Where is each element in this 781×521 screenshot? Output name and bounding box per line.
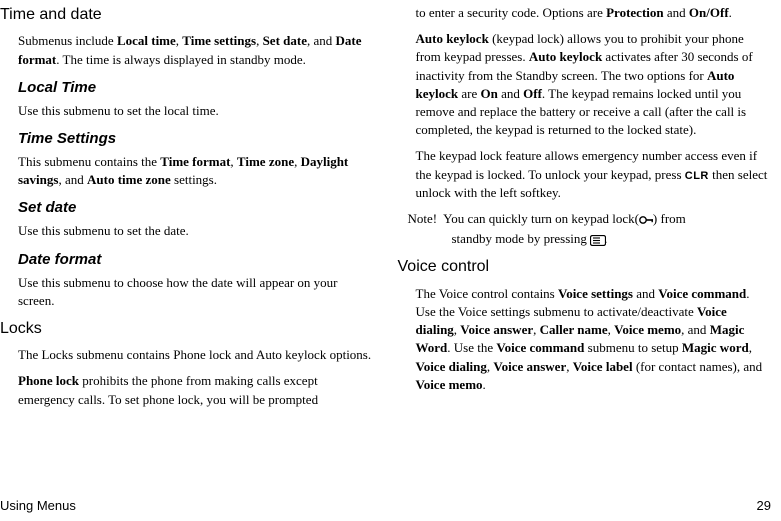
page-body: Time and date Submenus include Local tim…: [0, 0, 781, 417]
bold-time-settings: Time settings: [182, 33, 256, 48]
text: ) from: [653, 211, 686, 226]
bold-auto-keylock: Auto keylock: [416, 31, 489, 46]
bold-voice-answer: Voice answer: [460, 322, 533, 337]
text: and: [664, 5, 689, 20]
time-settings-body: This submenu contains the Time format, T…: [18, 153, 374, 189]
keypad-lock-emergency-p: The keypad lock feature allows emergency…: [416, 147, 772, 202]
security-code-p: to enter a security code. Options are Pr…: [416, 4, 772, 22]
auto-keylock-p: Auto keylock (keypad lock) allows you to…: [416, 30, 772, 139]
text: The Voice control contains: [416, 286, 559, 301]
voice-control-body: The Voice control contains Voice setting…: [416, 285, 772, 394]
bold-voice-command: Voice command: [658, 286, 746, 301]
footer-section-title: Using Menus: [0, 497, 76, 515]
bold-local-time: Local time: [117, 33, 176, 48]
bold-auto-keylock: Auto keylock: [529, 49, 602, 64]
bold-voice-command: Voice command: [496, 340, 584, 355]
bold-auto-time-zone: Auto time zone: [87, 172, 171, 187]
bold-voice-label: Voice label: [573, 359, 633, 374]
bold-caller-name: Caller name: [540, 322, 608, 337]
left-column: Time and date Submenus include Local tim…: [0, 4, 374, 417]
bold-voice-memo: Voice memo: [614, 322, 681, 337]
bold-voice-settings: Voice settings: [558, 286, 633, 301]
text: . Use the: [447, 340, 496, 355]
text: are: [458, 86, 480, 101]
text: . The time is always displayed in standb…: [56, 52, 306, 67]
text: and: [633, 286, 658, 301]
heading-voice-control: Voice control: [398, 256, 772, 278]
text: .: [729, 5, 732, 20]
heading-date-format: Date format: [18, 249, 374, 270]
page-footer: Using Menus 29: [0, 497, 771, 515]
bold-voice-dialing: Voice dialing: [416, 359, 487, 374]
text: ,: [749, 340, 752, 355]
text: standby mode by pressing: [452, 231, 591, 246]
text: to enter a security code. Options are: [416, 5, 607, 20]
local-time-body: Use this submenu to set the local time.: [18, 102, 374, 120]
text: Submenus include: [18, 33, 117, 48]
text: This submenu contains the: [18, 154, 160, 169]
bold-voice-answer: Voice answer: [493, 359, 566, 374]
menu-key-icon: [590, 235, 604, 245]
note-body-line1: You can quickly turn on keypad lock( ) fr…: [443, 210, 771, 228]
text: (for contact names), and: [633, 359, 763, 374]
set-date-body: Use this submenu to set the date.: [18, 222, 374, 240]
bold-voice-memo: Voice memo: [416, 377, 483, 392]
locks-p1: The Locks submenu contains Phone lock an…: [18, 346, 374, 364]
text: You can quickly turn on keypad lock(: [443, 211, 639, 226]
bold-magic-word: Magic word: [682, 340, 749, 355]
bold-protection: Protection: [606, 5, 664, 20]
heading-local-time: Local Time: [18, 77, 374, 98]
bold-time-zone: Time zone: [237, 154, 294, 169]
bold-time-format: Time format: [160, 154, 230, 169]
text: submenu to setup: [584, 340, 682, 355]
heading-locks: Locks: [0, 318, 374, 340]
footer-page-number: 29: [757, 497, 771, 515]
time-date-intro: Submenus include Local time, Time settin…: [18, 32, 374, 68]
heading-time-settings: Time Settings: [18, 128, 374, 149]
bold-on-off: On/Off: [689, 5, 729, 20]
bold-off: Off: [523, 86, 542, 101]
text: and: [498, 86, 523, 101]
text: settings.: [171, 172, 217, 187]
key-lock-icon: [639, 215, 653, 225]
text: , and: [307, 33, 336, 48]
bold-set-date: Set date: [263, 33, 307, 48]
right-column: to enter a security code. Options are Pr…: [398, 4, 772, 417]
note-row: Note! You can quickly turn on keypad loc…: [398, 210, 772, 228]
locks-p2: Phone lock prohibits the phone from maki…: [18, 372, 374, 408]
text: , and: [681, 322, 710, 337]
heading-time-and-date: Time and date: [0, 4, 374, 26]
heading-set-date: Set date: [18, 197, 374, 218]
bold-on: On: [481, 86, 498, 101]
text: .: [483, 377, 486, 392]
clr-key-label: CLR: [685, 170, 709, 182]
bold-phone-lock: Phone lock: [18, 373, 79, 388]
date-format-body: Use this submenu to choose how the date …: [18, 274, 374, 310]
note-body-line2: standby mode by pressing .: [398, 230, 772, 248]
note-label: Note!: [408, 210, 438, 228]
text: , and: [58, 172, 87, 187]
